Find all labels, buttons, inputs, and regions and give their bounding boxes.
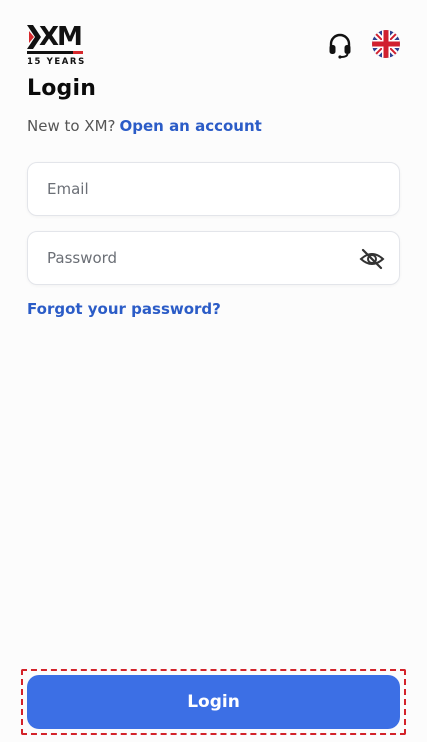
login-button[interactable]: Login [27,675,400,729]
logo-underline [27,51,83,54]
password-input[interactable] [28,232,399,284]
login-screen: XM 15 YEARS Login New to XM? Open an acco… [0,0,427,742]
open-account-link[interactable]: Open an account [120,117,262,135]
page-title: Login [27,76,97,101]
logo-mark: XM [27,22,85,52]
logo-text: XM [39,22,83,52]
uk-flag-icon[interactable] [372,30,400,58]
headset-icon[interactable] [326,32,354,60]
email-input[interactable] [28,163,399,215]
forgot-password-link[interactable]: Forgot your password? [27,300,221,318]
new-user-prompt: New to XM? Open an account [27,117,262,135]
xm-logo: XM 15 YEARS [27,22,86,67]
logo-tagline: 15 YEARS [27,57,86,67]
eye-off-icon[interactable] [359,246,385,272]
password-field-container [27,231,400,285]
logo-chevron-icon [27,25,41,49]
new-user-text: New to XM? [27,117,116,135]
email-field-container [27,162,400,216]
